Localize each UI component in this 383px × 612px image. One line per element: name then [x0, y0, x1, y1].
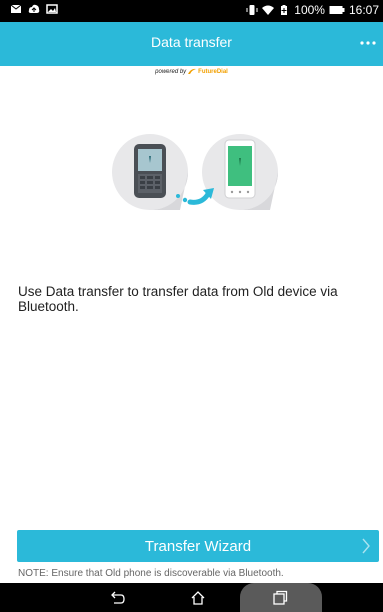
new-phone-icon	[202, 134, 278, 210]
recents-button[interactable]	[268, 587, 292, 609]
transfer-wizard-button[interactable]: Transfer Wizard	[17, 530, 379, 562]
battery-icon	[329, 6, 345, 14]
back-button[interactable]	[105, 587, 129, 609]
more-horizontal-icon	[360, 41, 376, 45]
navigation-bar	[0, 583, 383, 612]
vibrate-icon	[246, 5, 258, 15]
powered-by-brand: FutureDial	[198, 68, 228, 75]
image-icon	[46, 4, 58, 14]
powered-by: powered by FutureDial	[0, 68, 383, 75]
back-icon	[111, 591, 125, 604]
transfer-illustration	[112, 134, 278, 210]
battery-percentage: 100%	[294, 3, 325, 17]
status-bar-left	[10, 3, 58, 15]
status-bar-right: 100% 16:07	[246, 3, 379, 17]
battery-saver-icon	[281, 5, 288, 15]
mail-icon	[10, 4, 22, 13]
home-button[interactable]	[186, 587, 210, 609]
powered-by-label: powered by	[155, 68, 187, 75]
old-phone-icon	[112, 134, 188, 210]
futuredial-logo-icon	[188, 68, 197, 74]
description-text: Use Data transfer to transfer data from …	[18, 284, 338, 314]
transfer-wizard-label: Transfer Wizard	[144, 537, 252, 555]
chevron-right-icon	[362, 538, 370, 554]
status-bar: 100% 16:07	[0, 0, 383, 22]
cloud-upload-icon	[28, 4, 40, 13]
home-icon	[191, 591, 205, 605]
wifi-icon	[262, 5, 275, 15]
app-bar: Data transfer	[0, 22, 383, 66]
more-options-button[interactable]	[359, 32, 377, 54]
recents-icon	[273, 590, 288, 605]
bluetooth-note: NOTE: Ensure that Old phone is discovera…	[18, 568, 284, 579]
page-title: Data transfer	[151, 34, 232, 50]
clock: 16:07	[348, 3, 379, 17]
